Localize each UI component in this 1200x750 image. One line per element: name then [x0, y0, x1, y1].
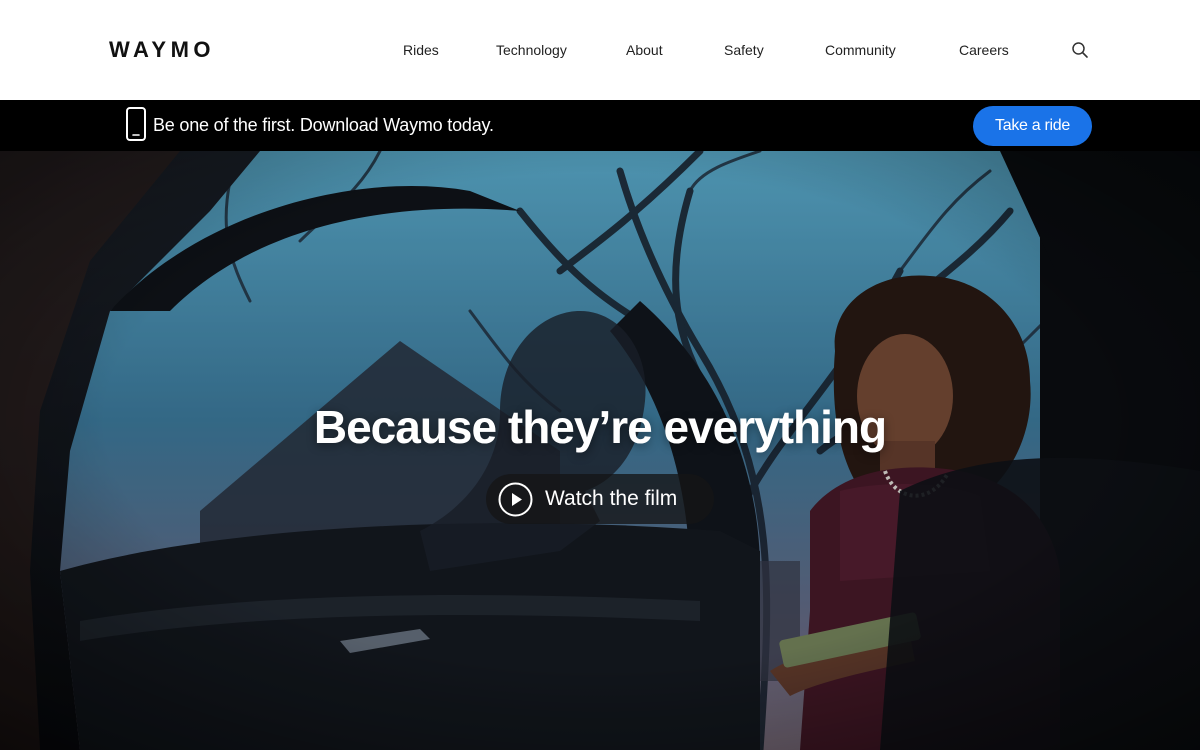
site-header: WAYMO Rides Technology About Safety Comm… — [0, 0, 1200, 100]
hero-section: Because they’re everything Watch the fil… — [0, 151, 1200, 750]
watch-the-film-label: Watch the film — [545, 487, 678, 510]
nav-item-careers[interactable]: Careers — [959, 40, 1009, 60]
nav-item-technology[interactable]: Technology — [496, 40, 567, 60]
app-promo-bar: Be one of the first. Download Waymo toda… — [0, 100, 1200, 151]
nav-item-about[interactable]: About — [626, 40, 663, 60]
nav-item-community[interactable]: Community — [825, 40, 896, 60]
search-button[interactable] — [1071, 41, 1089, 59]
search-icon — [1072, 42, 1088, 58]
nav-item-safety[interactable]: Safety — [724, 40, 764, 60]
nav-item-rides[interactable]: Rides — [403, 40, 439, 60]
waymo-logo[interactable]: WAYMO — [109, 36, 215, 64]
phone-icon — [126, 107, 146, 141]
hero-title: Because they’re everything — [313, 401, 887, 453]
watch-the-film-button[interactable]: Watch the film — [486, 474, 714, 524]
play-circle-icon — [498, 482, 533, 517]
promo-text: Be one of the first. Download Waymo toda… — [153, 115, 494, 135]
take-a-ride-button[interactable]: Take a ride — [973, 106, 1092, 146]
